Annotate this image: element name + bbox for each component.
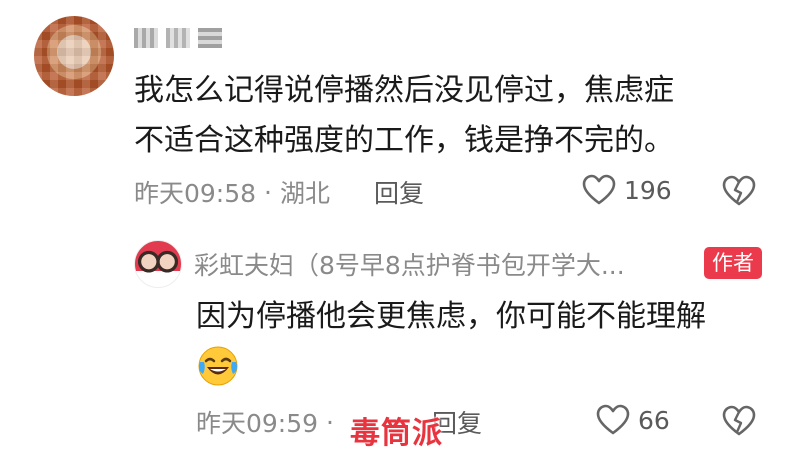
- commenter-username-pixelated: [134, 28, 222, 48]
- author-badge: 作者: [704, 247, 762, 279]
- comment-like-button[interactable]: 196: [582, 174, 672, 206]
- comment-like-count: 196: [624, 175, 672, 205]
- meta-separator: ·: [264, 177, 272, 207]
- comment-timestamp: 昨天09:58: [134, 179, 257, 208]
- broken-heart-icon[interactable]: [722, 405, 756, 437]
- comment-meta: 昨天09:58 · 湖北 回复: [134, 172, 424, 212]
- heart-icon: [596, 404, 630, 436]
- heart-icon: [582, 174, 616, 206]
- watermark: 毒筒派: [350, 416, 443, 451]
- comment-text-line-2: 不适合这种强度的工作，钱是挣不完的。: [134, 123, 674, 158]
- meta-separator: ·: [326, 407, 334, 437]
- author-username[interactable]: 彩虹夫妇（8号早8点护脊书包开学大...: [194, 246, 625, 282]
- comment-text-line-1: 我怎么记得说停播然后没见停过，焦虑症: [134, 73, 674, 108]
- reply-like-button[interactable]: 66: [596, 404, 670, 436]
- comment-text: 我怎么记得说停播然后没见停过，焦虑症 不适合这种强度的工作，钱是挣不完的。: [134, 66, 754, 166]
- comment-reply-button[interactable]: 回复: [374, 174, 424, 210]
- reply-timestamp: 昨天09:59: [196, 409, 319, 438]
- reply-text: 因为停播他会更焦虑，你可能不能理解: [196, 299, 706, 334]
- broken-heart-icon[interactable]: [722, 175, 756, 207]
- reply-like-count: 66: [638, 405, 670, 435]
- author-avatar[interactable]: [134, 240, 182, 288]
- commenter-avatar[interactable]: [34, 16, 114, 96]
- laughing-crying-emoji-icon: [196, 344, 240, 388]
- comment-location: 湖北: [280, 179, 331, 208]
